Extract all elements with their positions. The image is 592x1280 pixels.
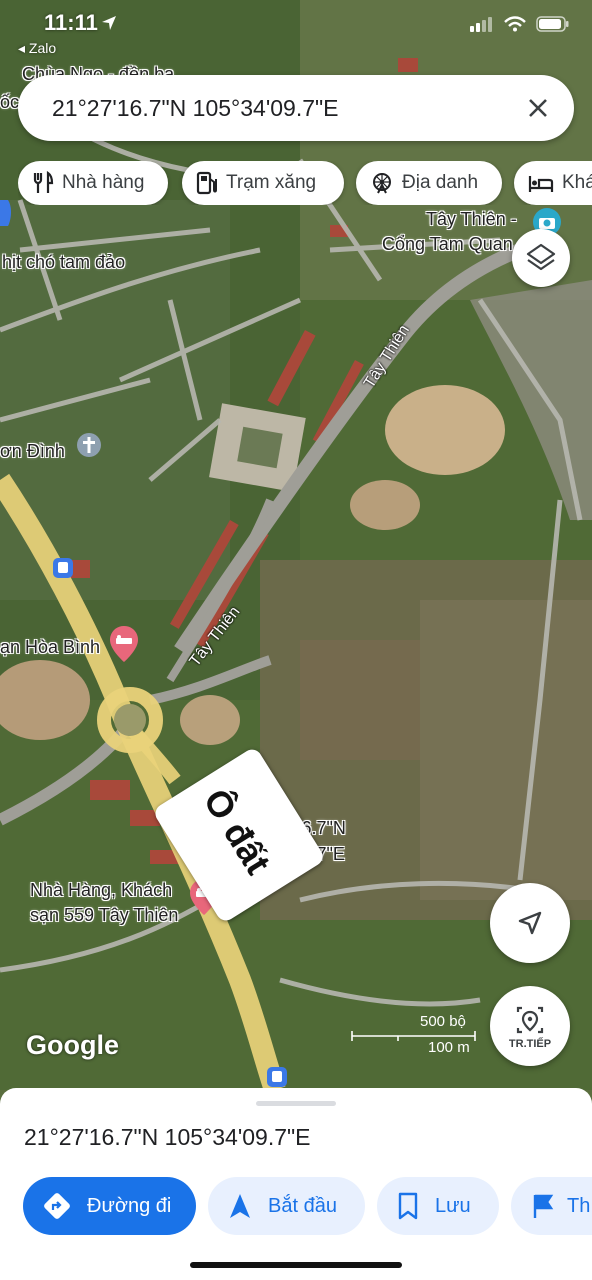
chip-restaurants[interactable]: Nhà hàng [18, 161, 168, 205]
live-view-button[interactable]: TR.TIẾP [490, 986, 570, 1066]
chip-hotels-label: Khá [562, 172, 592, 193]
bed-icon [528, 176, 554, 192]
back-to-app-link[interactable]: ◂ Zalo [18, 40, 56, 57]
bus-stop-icon-2[interactable] [266, 1066, 288, 1088]
category-chips: Nhà hàng Trạm xăng Địa danh Khá [18, 161, 592, 205]
wifi-icon [504, 16, 526, 32]
battery-icon [536, 16, 569, 32]
close-icon[interactable] [522, 92, 554, 124]
flag-icon [533, 1194, 554, 1218]
navigation-arrow-icon [230, 1194, 250, 1218]
directions-label: Đường đi [87, 1194, 172, 1217]
status-indicators [470, 16, 570, 32]
map-label-hoa-binh[interactable]: ạn Hòa Bình [0, 637, 100, 658]
live-view-icon [516, 1006, 544, 1034]
scale-metric: 100 m [428, 1039, 470, 1056]
directions-button[interactable]: Đường đi [23, 1177, 196, 1235]
location-arrow-icon [518, 911, 542, 935]
map-label-cong-tam-quan[interactable]: Cổng Tam Quan [382, 234, 513, 255]
chip-restaurants-label: Nhà hàng [62, 172, 145, 193]
bookmark-icon [398, 1192, 418, 1220]
poi-edge-icon[interactable] [0, 200, 12, 226]
home-indicator[interactable] [190, 1262, 402, 1268]
chip-attractions[interactable]: Địa danh [356, 161, 502, 205]
layers-button[interactable] [512, 229, 570, 287]
search-query[interactable]: 21°27'16.7"N 105°34'09.7"E [52, 95, 339, 122]
save-button[interactable]: Lưu [377, 1177, 499, 1235]
my-location-button[interactable] [490, 883, 570, 963]
flag-button[interactable]: Th [511, 1177, 592, 1235]
layers-icon [526, 243, 556, 271]
start-button[interactable]: Bắt đầu [208, 1177, 365, 1235]
map-label-oc[interactable]: ốc [0, 92, 19, 113]
map-label-nha-hang-559-line2[interactable]: sạn 559 Tây Thiên [30, 905, 178, 926]
status-bar: 11:11 ◂ Zalo [0, 0, 592, 60]
location-services-icon [102, 16, 116, 30]
map-label-thit-cho[interactable]: hịt chó tam đảo [2, 252, 125, 273]
map-label-tay-thien-cong[interactable]: Tây Thiên - [426, 209, 517, 230]
map-label-son-dinh[interactable]: ơn Đình [0, 441, 65, 462]
hotel-pin-icon[interactable] [110, 626, 138, 662]
place-bottom-sheet[interactable]: 21°27'16.7"N 105°34'09.7"E Đường đi Bắt … [0, 1088, 592, 1280]
bus-stop-icon[interactable] [52, 557, 74, 579]
chip-attractions-label: Địa danh [402, 172, 479, 193]
sheet-drag-handle[interactable] [256, 1101, 336, 1106]
scale-imperial: 500 bộ [420, 1013, 466, 1030]
chip-hotels[interactable]: Khá [514, 161, 592, 205]
church-icon[interactable] [76, 432, 102, 462]
place-coordinates: 21°27'16.7"N 105°34'09.7"E [24, 1124, 311, 1150]
gas-station-icon [196, 171, 217, 195]
directions-icon [44, 1193, 70, 1219]
status-time: 11:11 [44, 10, 98, 35]
google-logo: Google [26, 1030, 119, 1060]
fork-knife-icon [33, 171, 54, 193]
map-label-nha-hang-559[interactable]: Nhà Hàng, Khách [30, 880, 172, 901]
chip-gas-stations-label: Trạm xăng [226, 172, 317, 193]
flag-label: Th [567, 1194, 591, 1217]
search-bar[interactable]: 21°27'16.7"N 105°34'09.7"E [18, 75, 574, 141]
scale-bar: 500 bộ 100 m [350, 1013, 480, 1059]
start-label: Bắt đầu [268, 1194, 337, 1217]
live-view-label: TR.TIẾP [508, 1038, 552, 1050]
save-label: Lưu [435, 1194, 471, 1217]
ferris-wheel-icon [373, 173, 391, 194]
signal-icon [470, 17, 492, 32]
chip-gas-stations[interactable]: Trạm xăng [182, 161, 344, 205]
